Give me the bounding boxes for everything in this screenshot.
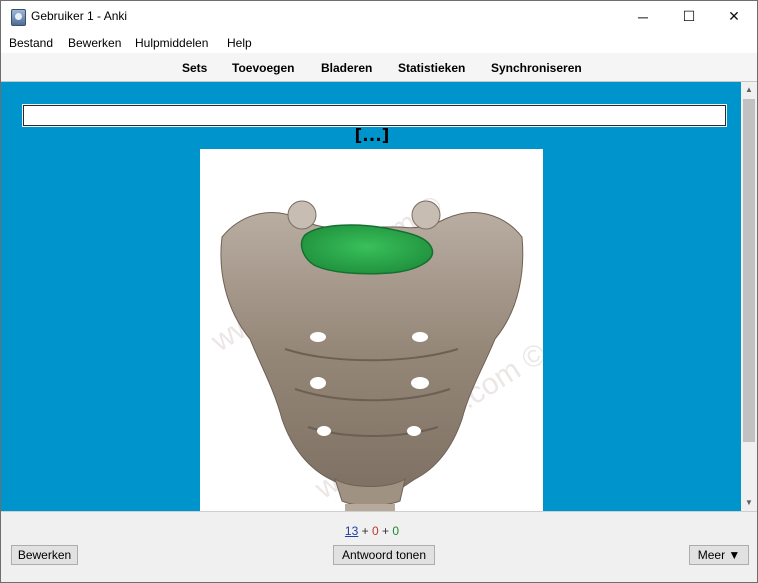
toolbar-statistieken[interactable]: Statistieken (398, 61, 465, 75)
menu-hulpmiddelen[interactable]: Hulpmiddelen (135, 36, 208, 50)
learning-count: 0 (371, 524, 379, 538)
show-answer-button[interactable]: Antwoord tonen (333, 545, 435, 565)
vertical-scrollbar[interactable]: ▲ ▼ (741, 82, 757, 511)
card-content: [...] www.kenhub.com © www.kenhub.c (1, 82, 741, 511)
menu-help[interactable]: Help (227, 36, 252, 50)
edit-button[interactable]: Bewerken (11, 545, 78, 565)
cloze-text: [...] (354, 126, 390, 146)
scroll-down-icon[interactable]: ▼ (741, 495, 757, 511)
toolbar-sets[interactable]: Sets (182, 61, 207, 75)
toolbar-toevoegen[interactable]: Toevoegen (232, 61, 294, 75)
sacrum-image: www.kenhub.com © www.kenhub.com © (200, 149, 543, 511)
menu-bar: Bestand Bewerken Hulpmiddelen Help (1, 32, 757, 54)
anki-window: Gebruiker 1 - Anki ─ ☐ ✕ Bestand Bewerke… (0, 0, 758, 583)
bottom-bar: 13 + 0 + 0 Bewerken Antwoord tonen Meer … (1, 511, 757, 582)
scroll-up-icon[interactable]: ▲ (741, 82, 757, 98)
anki-app-icon (11, 9, 26, 26)
close-icon[interactable]: ✕ (711, 1, 757, 32)
window-title: Gebruiker 1 - Anki (31, 9, 128, 23)
main-toolbar: Sets Toevoegen Bladeren Statistieken Syn… (1, 53, 757, 82)
answer-input[interactable] (22, 104, 727, 127)
new-count[interactable]: 13 (345, 524, 358, 538)
count-separator: + (361, 524, 369, 538)
menu-bewerken[interactable]: Bewerken (68, 36, 121, 50)
toolbar-synchroniseren[interactable]: Synchroniseren (491, 61, 582, 75)
more-button[interactable]: Meer ▼ (689, 545, 749, 565)
scrollbar-thumb[interactable] (743, 99, 755, 442)
menu-bestand[interactable]: Bestand (9, 36, 53, 50)
title-bar: Gebruiker 1 - Anki ─ ☐ ✕ (1, 1, 757, 32)
due-counts: 13 + 0 + 0 (1, 524, 743, 538)
minimize-icon[interactable]: ─ (620, 1, 666, 32)
maximize-icon[interactable]: ☐ (666, 1, 712, 32)
sacrum-illustration: www.kenhub.com © www.kenhub.com © (205, 190, 543, 511)
review-count: 0 (392, 524, 400, 538)
count-separator: + (382, 524, 390, 538)
toolbar-bladeren[interactable]: Bladeren (321, 61, 372, 75)
